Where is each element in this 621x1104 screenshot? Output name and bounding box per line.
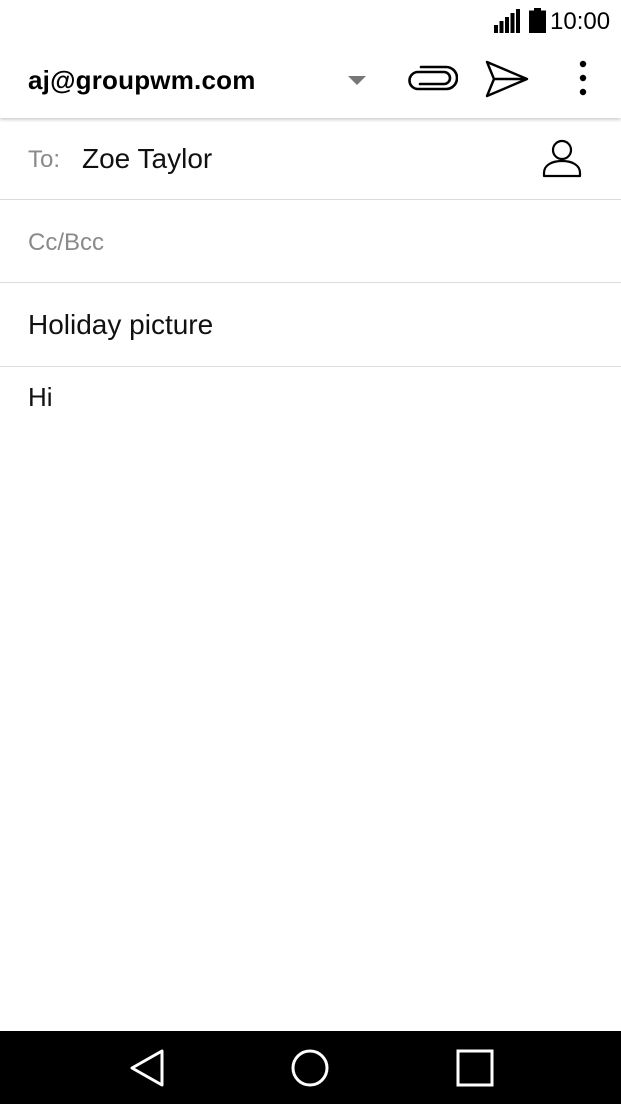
message-body[interactable]: Hi [0,367,621,1031]
recipient-chip[interactable]: Zoe Taylor [82,142,212,176]
more-vert-icon[interactable] [566,56,600,102]
subject-text: Holiday picture [28,309,214,340]
dropdown-arrow-icon[interactable] [345,72,369,88]
status-bar: 10:00 [0,0,621,42]
app-bar: aj@groupwm.com [0,42,621,118]
recent-apps-icon[interactable] [454,1047,496,1089]
to-field[interactable]: To: Zoe Taylor [0,118,621,200]
compose-screen: 10:00 aj@groupwm.com To: Zoe Taylor Cc/B… [0,0,621,1104]
send-icon[interactable] [482,56,532,102]
cc-bcc-field[interactable]: Cc/Bcc [0,200,621,283]
signal-icon [494,9,520,33]
body-text: Hi [28,382,53,412]
from-account[interactable]: aj@groupwm.com [28,64,256,96]
battery-icon [529,8,546,33]
contact-person-icon[interactable] [538,136,586,182]
subject-field[interactable]: Holiday picture [0,283,621,367]
status-time: 10:00 [550,8,611,35]
paperclip-icon[interactable] [404,60,458,100]
back-icon[interactable] [126,1047,168,1089]
cc-bcc-placeholder: Cc/Bcc [28,229,105,256]
home-icon[interactable] [289,1047,331,1089]
navigation-bar [0,1031,621,1104]
to-label: To: [28,146,61,173]
